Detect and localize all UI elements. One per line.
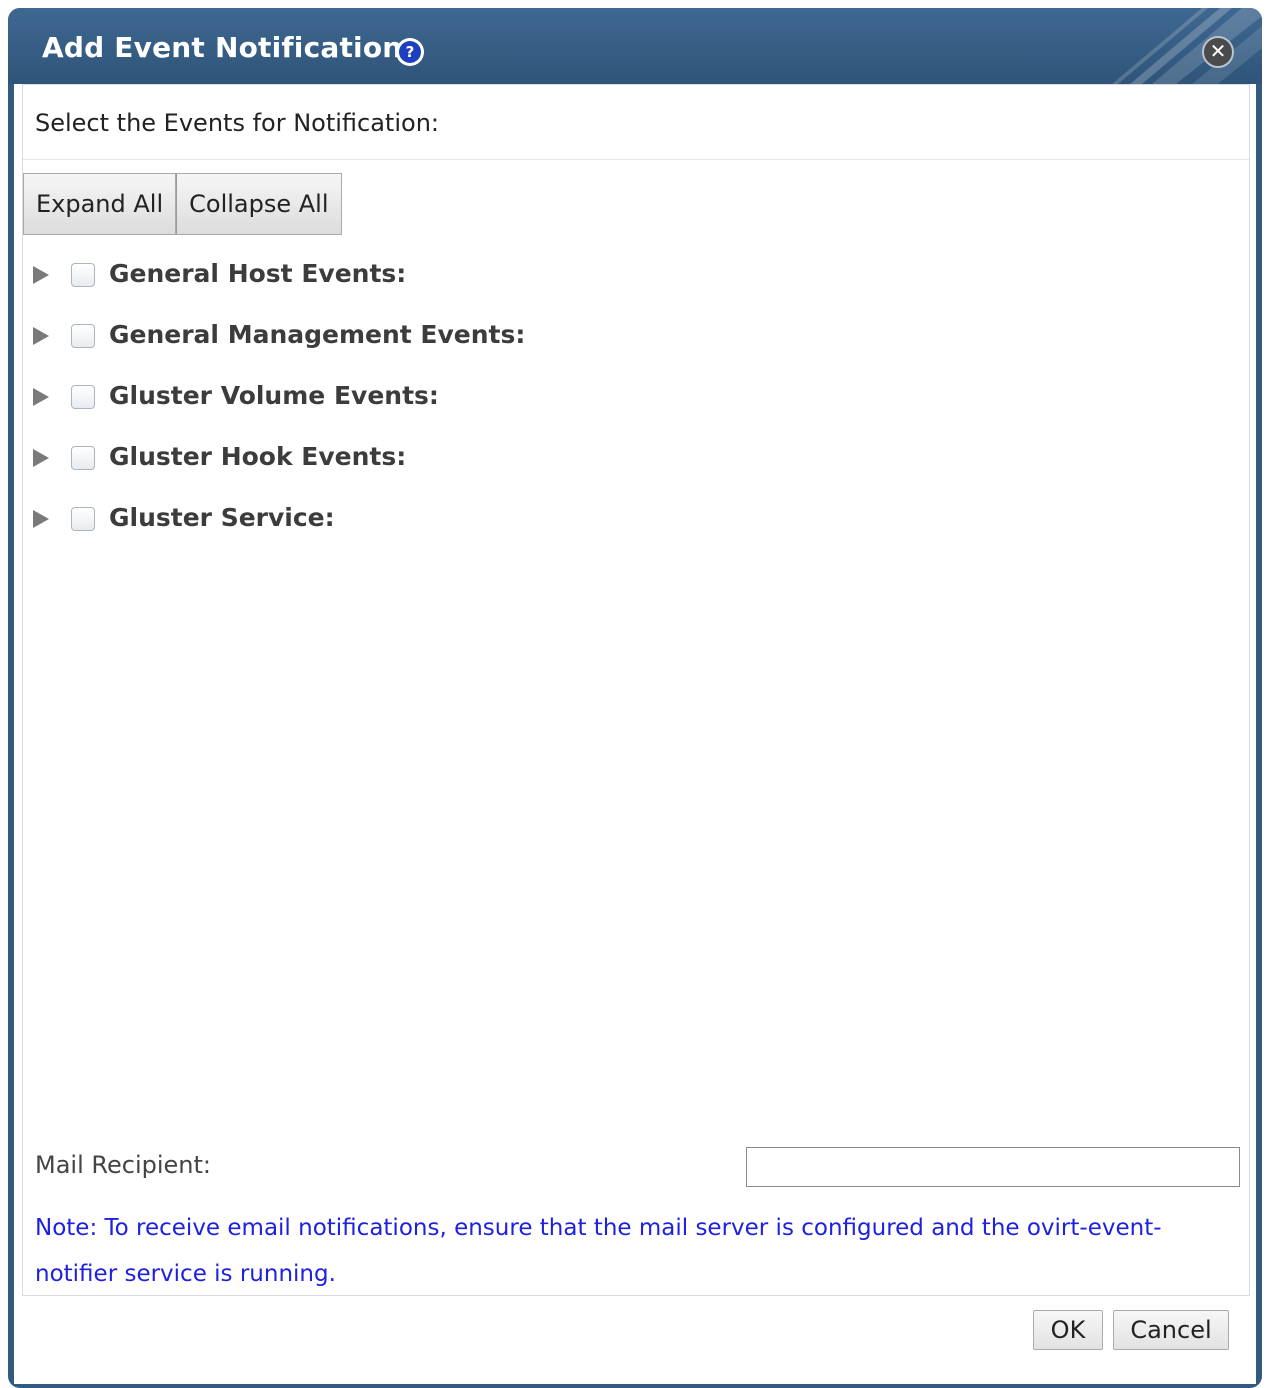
tree-item-label: Gluster Hook Events:: [109, 442, 407, 471]
help-icon[interactable]: ?: [396, 38, 424, 66]
expand-arrow-icon[interactable]: [33, 510, 49, 528]
gluster-hook-events-checkbox[interactable]: [71, 446, 95, 470]
tree-item-gluster-service: Gluster Service:: [23, 497, 1223, 558]
dialog-content: Select the Events for Notification: Expa…: [22, 84, 1250, 1296]
add-event-notification-dialog: Add Event Notification ? ✕ Select the Ev…: [8, 8, 1262, 1388]
event-tree: General Host Events: General Management …: [23, 253, 1223, 558]
collapse-all-button[interactable]: Collapse All: [176, 173, 342, 235]
tree-item-gluster-hook-events: Gluster Hook Events:: [23, 436, 1223, 497]
tree-item-label: General Management Events:: [109, 320, 526, 349]
mail-recipient-input[interactable]: [746, 1147, 1240, 1187]
expand-arrow-icon[interactable]: [33, 327, 49, 345]
expand-arrow-icon[interactable]: [33, 266, 49, 284]
expand-arrow-icon[interactable]: [33, 388, 49, 406]
expand-all-button[interactable]: Expand All: [23, 173, 177, 235]
dialog-body: Select the Events for Notification: Expa…: [14, 84, 1256, 1384]
help-glyph: ?: [399, 41, 421, 63]
note-text: Note: To receive email notifications, en…: [35, 1215, 1162, 1287]
tree-item-label: Gluster Volume Events:: [109, 381, 439, 410]
tree-item-general-host-events: General Host Events:: [23, 253, 1223, 314]
ok-button[interactable]: OK: [1033, 1310, 1103, 1350]
tree-item-gluster-volume-events: Gluster Volume Events:: [23, 375, 1223, 436]
close-icon[interactable]: ✕: [1202, 36, 1234, 68]
general-management-events-checkbox[interactable]: [71, 324, 95, 348]
general-host-events-checkbox[interactable]: [71, 263, 95, 287]
dialog-header: Add Event Notification ? ✕: [8, 8, 1262, 84]
mail-recipient-label: Mail Recipient:: [35, 1151, 211, 1179]
tree-item-label: General Host Events:: [109, 259, 407, 288]
gluster-volume-events-checkbox[interactable]: [71, 385, 95, 409]
tree-item-general-management-events: General Management Events:: [23, 314, 1223, 375]
tree-item-label: Gluster Service:: [109, 503, 335, 532]
divider: [23, 159, 1249, 160]
gluster-service-checkbox[interactable]: [71, 507, 95, 531]
tree-toolbar: Expand All Collapse All: [23, 173, 342, 235]
cancel-button[interactable]: Cancel: [1113, 1310, 1229, 1350]
expand-arrow-icon[interactable]: [33, 449, 49, 467]
dialog-title: Add Event Notification: [42, 31, 403, 64]
instruction-text: Select the Events for Notification:: [35, 109, 439, 137]
